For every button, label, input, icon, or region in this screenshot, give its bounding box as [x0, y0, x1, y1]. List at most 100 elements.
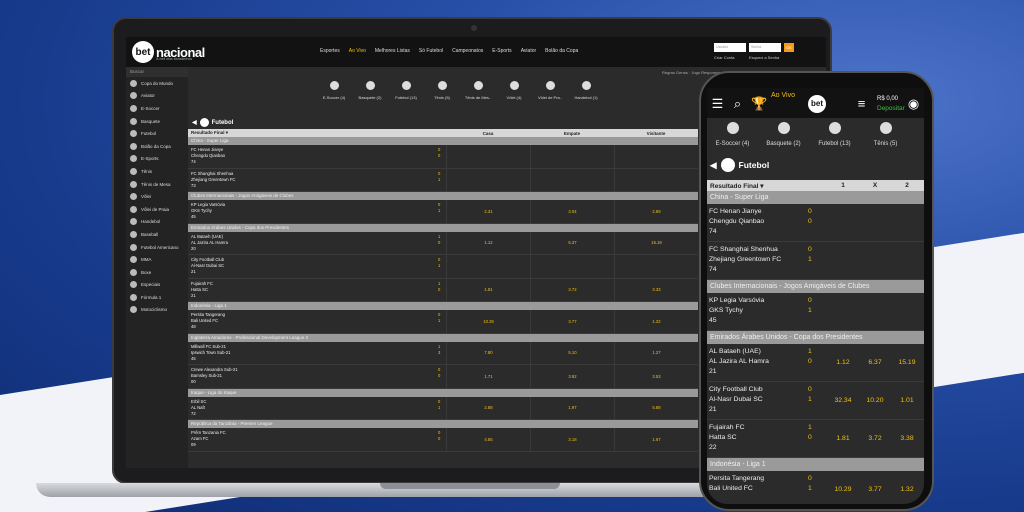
odd-cell[interactable]: 1.81	[446, 278, 530, 301]
odd-cell[interactable]	[891, 293, 923, 330]
col-market[interactable]: Resultado Final ▾	[188, 130, 446, 136]
odd-cell[interactable]: 5.10	[530, 341, 614, 364]
odd-cell[interactable]	[827, 293, 859, 330]
odd-cell[interactable]: 1.71	[446, 365, 530, 388]
username-input[interactable]: Usuário	[714, 43, 746, 52]
odd-cell[interactable]	[614, 168, 698, 191]
odd-cell[interactable]	[446, 145, 530, 168]
nav-esportes[interactable]: Esportes	[320, 48, 340, 54]
forgot-password-link[interactable]: Esqueci a Senha	[749, 55, 779, 60]
odd-cell[interactable]	[530, 145, 614, 168]
odd-cell[interactable]: 3.18	[530, 428, 614, 451]
sidebar-item[interactable]: Baseball	[126, 228, 188, 241]
odd-cell[interactable]	[446, 168, 530, 191]
odd-cell[interactable]: 1.27	[614, 341, 698, 364]
odd-cell[interactable]: 4.85	[446, 428, 530, 451]
odd-cell[interactable]: 15.19	[614, 231, 698, 254]
password-input[interactable]: Senha	[749, 43, 781, 52]
odd-cell[interactable]: 32.34	[827, 382, 859, 419]
odd-cell[interactable]: 2.31	[446, 200, 530, 223]
odd-cell[interactable]: 1.12	[827, 344, 859, 381]
phone-category-tab[interactable]: Basquete (2)	[758, 122, 809, 147]
odd-cell[interactable]	[827, 242, 859, 279]
nav-aviator[interactable]: Aviator	[521, 48, 536, 54]
back-arrow-icon[interactable]: ◀	[192, 119, 197, 126]
category-tab[interactable]: Tênis (5)	[424, 81, 460, 100]
sidebar-item[interactable]: E-Sports	[126, 153, 188, 166]
event-teams[interactable]: Crewe Alexandra Sub-21 0 Barnsley Sub-21 0 0…	[188, 365, 446, 388]
event-teams[interactable]: Fujairah FC 1 Hatta SC 0 21	[188, 279, 446, 302]
odd-cell[interactable]: 3.77	[530, 310, 614, 333]
odd-cell[interactable]: 10.29	[446, 310, 530, 333]
create-account-link[interactable]: Criar Conta	[714, 55, 734, 60]
odd-cell[interactable]: 3.92	[530, 365, 614, 388]
odd-cell[interactable]: 3.72	[530, 278, 614, 301]
event-teams[interactable]: AL Bataeh (UAE) 1 AL Jazira AL Hamra 0 21	[707, 344, 827, 381]
sidebar-item[interactable]: Vôlei de Praia	[126, 203, 188, 216]
odd-cell[interactable]: 3.38	[891, 420, 923, 457]
odd-cell[interactable]: 6.37	[530, 231, 614, 254]
odd-cell[interactable]: 1.12	[446, 231, 530, 254]
login-button[interactable]: OK	[784, 43, 794, 52]
odd-cell[interactable]: 10.29	[827, 471, 859, 504]
odd-cell[interactable]	[446, 255, 530, 278]
sidebar-item[interactable]: Bolão da Copa	[126, 140, 188, 153]
odd-cell[interactable]: 2.88	[446, 396, 530, 419]
event-teams[interactable]: FC Henan Jianye 0 Chengdu Qianbao 0 74	[707, 204, 827, 241]
odd-cell[interactable]: 1.67	[614, 428, 698, 451]
back-arrow-icon[interactable]: ◀	[710, 160, 717, 171]
sidebar-item[interactable]: Basquete	[126, 115, 188, 128]
layers-icon[interactable]: ≡	[855, 97, 868, 110]
event-teams[interactable]: Persita Tangerang 0 Bali United FC 1 48	[188, 310, 446, 333]
category-tab[interactable]: Tênis de Mes..	[460, 81, 496, 100]
phone-category-tab[interactable]: Futebol (13)	[809, 122, 860, 147]
odd-cell[interactable]: 2.89	[614, 200, 698, 223]
odd-cell[interactable]	[530, 168, 614, 191]
event-teams[interactable]: Persita Tangerang 0 Bali United FC 1	[707, 471, 827, 504]
odd-cell[interactable]: 6.37	[859, 344, 891, 381]
odd-cell[interactable]	[859, 242, 891, 279]
phone-category-tab[interactable]: E-Soccer (4)	[707, 122, 758, 147]
ao-vivo-link[interactable]: Ao Vivo	[771, 92, 795, 100]
event-teams[interactable]: Erbil SC 0 AL Naft 1 72	[188, 397, 446, 420]
nav-melhores-listas[interactable]: Melhores Listas	[375, 48, 410, 54]
event-teams[interactable]: AL Bataeh (UAE) 1 AL Jazira AL Hamra 0 20	[188, 232, 446, 255]
odd-cell[interactable]: 5.88	[614, 396, 698, 419]
event-teams[interactable]: City Football Club 0 Al-Nasr Dubai SC 1 21	[707, 382, 827, 419]
sidebar-item[interactable]: Tênis	[126, 165, 188, 178]
nav-bolao-copa[interactable]: Bolão da Copa	[545, 48, 578, 54]
odd-cell[interactable]: 1.32	[614, 310, 698, 333]
sidebar-item[interactable]: Futebol Americano	[126, 241, 188, 254]
odd-cell[interactable]: 3.72	[859, 420, 891, 457]
sidebar-item[interactable]: Tênis de Mesa	[126, 178, 188, 191]
odd-cell[interactable]: 3.33	[614, 278, 698, 301]
sidebar-item[interactable]: Futebol	[126, 127, 188, 140]
event-teams[interactable]: City Football Club 0 Al-Nasr Dubai SC 1 21	[188, 255, 446, 278]
odd-cell[interactable]: 1.32	[891, 471, 923, 504]
event-teams[interactable]: FC Henan Jianye 0 Chengdu Qianbao 0 74	[188, 145, 446, 168]
odd-cell[interactable]	[859, 293, 891, 330]
sidebar-item[interactable]: Copa do Mundo	[126, 77, 188, 90]
nav-e-sports[interactable]: E-Sports	[492, 48, 511, 54]
category-tab[interactable]: Vôlei (4)	[496, 81, 532, 100]
event-teams[interactable]: KP Legia Varsóvia 0 GKS Tychy 1 45	[707, 293, 827, 330]
odd-cell[interactable]	[891, 204, 923, 241]
event-teams[interactable]: KP Legia Varsóvia 0 GKS Tychy 1 45	[188, 200, 446, 223]
phone-col-market[interactable]: Resultado Final ▾	[707, 182, 827, 190]
sidebar-item[interactable]: E-Soccer	[126, 102, 188, 115]
user-icon[interactable]: ◉	[907, 97, 920, 110]
odd-cell[interactable]	[614, 255, 698, 278]
odd-cell[interactable]	[614, 145, 698, 168]
odd-cell[interactable]	[859, 204, 891, 241]
event-teams[interactable]: FC Shanghai Shenhua 0 Zhejiang Greentown F…	[707, 242, 827, 279]
nav-campeonatos[interactable]: Campeonatos	[452, 48, 483, 54]
search-icon[interactable]: ⌕	[731, 97, 744, 110]
category-tab[interactable]: Basquete (2)	[352, 81, 388, 100]
event-teams[interactable]: Millwall FC Sub-21 1 Ipswich Town Sub-21 3 4…	[188, 342, 446, 365]
phone-category-tab[interactable]: Tênis (5)	[860, 122, 911, 147]
event-teams[interactable]: Fujairah FC 1 Hatta SC 0 22	[707, 420, 827, 457]
sidebar-search[interactable]: Buscar	[126, 67, 188, 77]
sidebar-item[interactable]: Fórmula 1	[126, 291, 188, 304]
category-tab[interactable]: Vôlei de Pra..	[532, 81, 568, 100]
category-tab[interactable]: Futebol (13)	[388, 81, 424, 100]
